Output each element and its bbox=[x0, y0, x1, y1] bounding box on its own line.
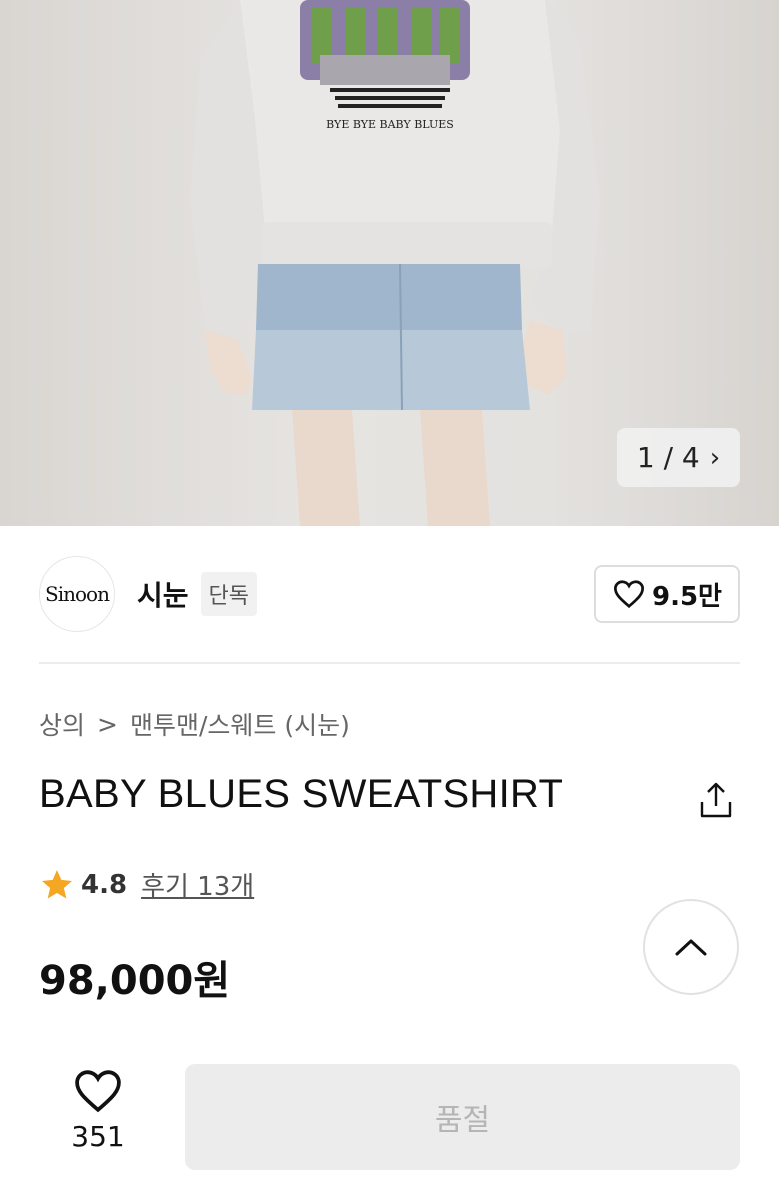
brand-name[interactable]: 시눈 bbox=[137, 574, 189, 614]
product-image-gallery[interactable]: BYE BYE BABY BLUES 1 / 4 › bbox=[0, 0, 779, 526]
rating-row: 4.8 후기 13개 bbox=[39, 866, 254, 903]
breadcrumb: 상의 > 맨투맨/스웨트 (시눈) bbox=[39, 706, 350, 742]
brand-row: Sinoon 시눈 단독 9.5만 bbox=[39, 556, 740, 632]
scroll-to-top-button[interactable] bbox=[643, 899, 739, 995]
heart-outline-icon bbox=[75, 1070, 121, 1113]
brand-logo-text: Sinoon bbox=[45, 582, 110, 606]
brand-logo[interactable]: Sinoon bbox=[39, 556, 115, 632]
rating-score: 4.8 bbox=[81, 869, 128, 900]
product-title: BABY BLUES SWEATSHIRT bbox=[39, 772, 564, 816]
print-text: BYE BYE BABY BLUES bbox=[326, 118, 454, 131]
share-button[interactable] bbox=[694, 778, 738, 822]
chevron-up-icon bbox=[675, 939, 707, 956]
breadcrumb-subcategory[interactable]: 맨투맨/스웨트 (시눈) bbox=[130, 706, 350, 742]
product-price: 98,000원 bbox=[39, 958, 231, 1004]
breadcrumb-separator: > bbox=[97, 709, 118, 739]
image-counter-label: 1 / 4 bbox=[636, 441, 700, 474]
soldout-button[interactable]: 품절 bbox=[185, 1064, 740, 1170]
reviews-link[interactable]: 후기 13개 bbox=[141, 866, 254, 903]
star-icon bbox=[42, 869, 72, 898]
heart-outline-icon bbox=[613, 580, 645, 609]
brand-like-count: 9.5만 bbox=[652, 581, 722, 612]
chevron-right-icon: › bbox=[709, 442, 721, 473]
soldout-label: 품절 bbox=[434, 1103, 491, 1138]
image-counter[interactable]: 1 / 4 › bbox=[617, 428, 740, 487]
share-icon bbox=[700, 782, 732, 818]
brand-like-button[interactable]: 9.5만 bbox=[594, 565, 740, 623]
wishlist-button[interactable]: 351 bbox=[52, 1068, 144, 1168]
breadcrumb-category[interactable]: 상의 bbox=[39, 706, 85, 742]
divider bbox=[39, 662, 740, 664]
wishlist-count: 351 bbox=[71, 1120, 125, 1153]
exclusive-badge: 단독 bbox=[200, 572, 258, 616]
